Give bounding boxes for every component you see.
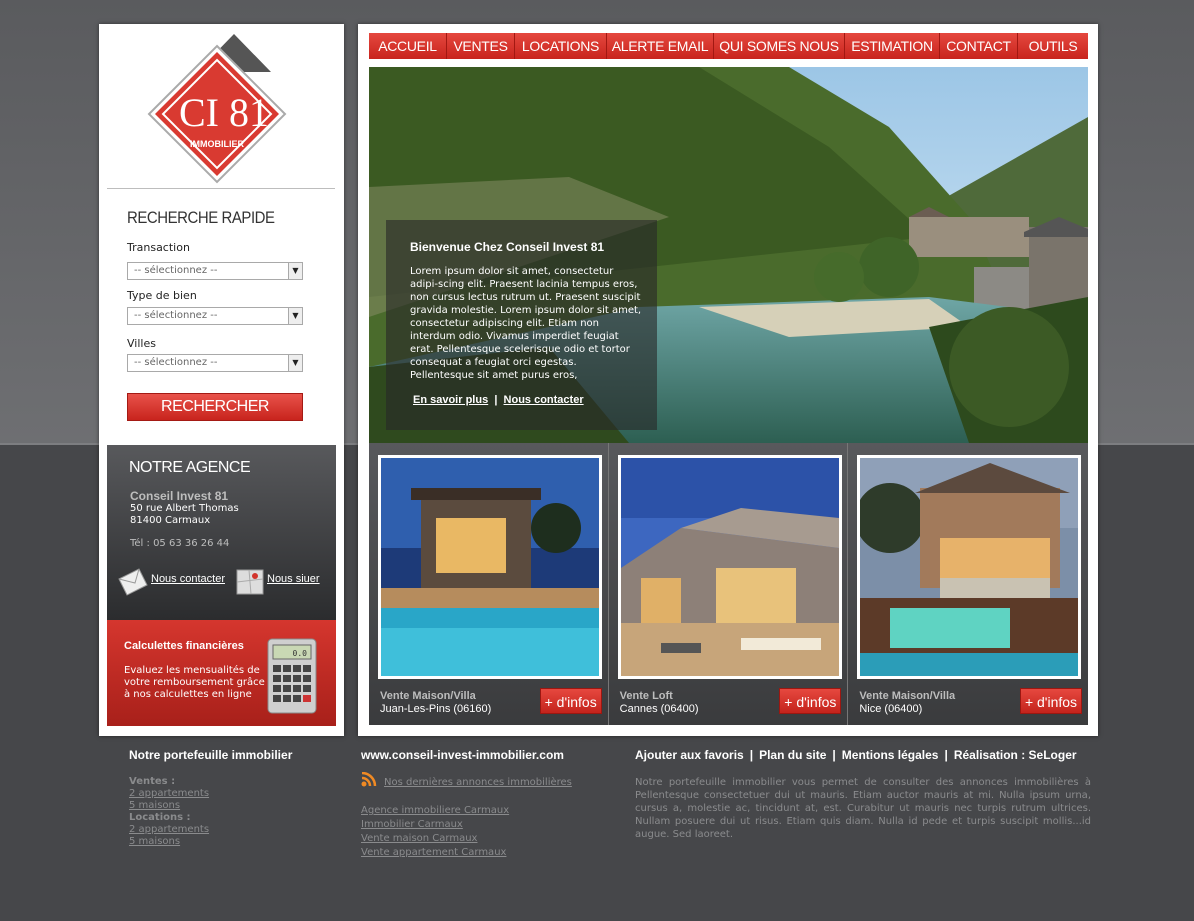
welcome-text: Lorem ipsum dolor sit amet, consectetur … [410,266,642,381]
chevron-down-icon: ▼ [288,308,302,324]
search-title: RECHERCHE RAPIDE [127,208,275,227]
utility-separator: | [749,748,754,762]
calculettes-text: Evaluez les mensualités de votre rembour… [124,665,265,700]
links-separator: | [494,394,498,406]
footer-seo-links: Agence immobiliere Carmaux Immobilier Ca… [361,804,509,860]
agency-phone: Tél : 05 63 36 26 44 [130,538,230,549]
utility-separator: | [944,748,948,762]
footer-site-url[interactable]: www.conseil-invest-immobilier.com [361,748,564,762]
villes-label: Villes [127,337,156,350]
more-info-button[interactable]: + d'infos [1020,688,1083,714]
locate-link[interactable]: Nous siuer [267,573,320,585]
nav-qui-somes-nous[interactable]: QUI SOMES NOUS [714,33,845,59]
agency-address-line1: 50 rue Albert Thomas [130,503,239,514]
villes-select[interactable]: -- sélectionnez -- ▼ [127,354,303,372]
logo-divider [107,188,335,189]
listing-card[interactable]: Vente Maison/Villa Nice (06400) + d'info… [848,443,1089,725]
nav-alerte-email[interactable]: ALERTE EMAIL [607,33,714,59]
svg-text:0.0: 0.0 [293,649,308,658]
main-content: ACCUEIL VENTES LOCATIONS ALERTE EMAIL QU… [358,24,1098,736]
map-icon[interactable] [235,567,265,597]
agency-name: Conseil Invest 81 [130,489,229,503]
footer-link[interactable]: Vente maison Carmaux [361,832,509,846]
chevron-down-icon: ▼ [288,263,302,279]
type-select[interactable]: -- sélectionnez -- ▼ [127,307,303,325]
nav-outils[interactable]: OUTILS [1018,33,1088,59]
left-sidebar: CI 81 IMMOBILIER RECHERCHE RAPIDE Transa… [99,24,344,736]
agency-box: NOTRE AGENCE Conseil Invest 81 50 rue Al… [107,445,336,620]
footer-link[interactable]: Vente appartement Carmaux [361,846,509,860]
listings-row: Vente Maison/Villa Juan-Les-Pins (06160)… [369,443,1089,725]
listing-photo[interactable] [857,455,1082,679]
agency-address: 50 rue Albert Thomas 81400 Carmaux [130,503,239,527]
footer-link[interactable]: Agence immobiliere Carmaux [361,804,509,818]
calculettes-box[interactable]: Calculettes financières Evaluez les mens… [107,620,336,726]
agency-address-line2: 81400 Carmaux [130,515,211,526]
listing-type: Vente Maison/Villa [859,690,956,702]
calculettes-title: Calculettes financières [124,640,244,652]
listing-card[interactable]: Vente Maison/Villa Juan-Les-Pins (06160)… [369,443,609,725]
welcome-box: Bienvenue Chez Conseil Invest 81 Lorem i… [386,220,657,430]
loft-image [620,458,839,676]
rss-link-wrap: Nos dernières annonces immobilières [384,777,572,789]
footer-link[interactable]: Immobilier Carmaux [361,818,509,832]
search-button[interactable]: RECHERCHER [127,393,303,421]
footer-utility-links: Ajouter aux favoris | Plan du site | Mention… [635,748,1077,762]
svg-text:IMMOBILIER: IMMOBILIER [190,139,244,149]
listing-location: Nice (06400) [859,703,923,715]
plan-du-site-link[interactable]: Plan du site [759,748,826,762]
footer-description: Notre portefeuille immobilier vous perme… [635,777,1091,840]
transaction-select-value: -- sélectionnez -- [134,265,218,276]
svg-text:CI 81: CI 81 [179,90,269,135]
nous-contacter-link[interactable]: Nous contacter [504,394,584,406]
more-info-button[interactable]: + d'infos [539,688,602,714]
ci81-logo[interactable]: CI 81 IMMOBILIER [139,32,299,184]
welcome-title: Bienvenue Chez Conseil Invest 81 [410,240,605,254]
ventes-label: Ventes : [129,776,176,787]
envelope-icon[interactable] [117,567,149,597]
rss-link[interactable]: Nos dernières annonces immobilières [384,777,572,789]
locations-appartements-link[interactable]: 2 appartements [129,824,209,836]
listing-location: Juan-Les-Pins (06160) [380,703,492,715]
locations-maisons-link[interactable]: 5 maisons [129,836,209,848]
villa-pool-image [381,458,599,676]
nav-estimation[interactable]: ESTIMATION [845,33,940,59]
contact-link[interactable]: Nous contacter [151,573,225,585]
nav-locations[interactable]: LOCATIONS [515,33,607,59]
mentions-legales-link[interactable]: Mentions légales [842,748,939,762]
type-label: Type de bien [127,289,197,302]
listing-location: Cannes (06400) [619,703,699,715]
realisation-link[interactable]: Réalisation : SeLoger [954,748,1077,762]
listing-type: Vente Maison/Villa [380,690,476,702]
nav-contact[interactable]: CONTACT [940,33,1018,59]
listing-photo[interactable] [617,455,842,679]
transaction-label: Transaction [127,241,190,254]
transaction-select[interactable]: -- sélectionnez -- ▼ [127,262,303,280]
footer-portfolio-title: Notre portefeuille immobilier [129,748,293,762]
rss-icon[interactable] [360,772,378,788]
villa-jacuzzi-image [860,458,1079,676]
nav-accueil[interactable]: ACCUEIL [369,33,447,59]
calculator-icon: 0.0 [267,638,317,714]
listing-photo[interactable] [378,455,602,679]
locations-label: Locations : [129,812,191,823]
ventes-maisons-link[interactable]: 5 maisons [129,800,209,812]
villes-select-value: -- sélectionnez -- [134,357,218,368]
listing-type: Vente Loft [619,690,673,702]
ventes-appartements-link[interactable]: 2 appartements [129,788,209,800]
ajouter-favoris-link[interactable]: Ajouter aux favoris [635,748,744,762]
more-info-button[interactable]: + d'infos [779,688,842,714]
chevron-down-icon: ▼ [288,355,302,371]
welcome-links: En savoir plus | Nous contacter [413,394,584,406]
listing-card[interactable]: Vente Loft Cannes (06400) + d'infos [608,443,849,725]
main-navigation: ACCUEIL VENTES LOCATIONS ALERTE EMAIL QU… [369,33,1088,59]
footer-portfolio-list: Ventes : 2 appartements 5 maisons Locati… [129,776,209,848]
nav-ventes[interactable]: VENTES [447,33,515,59]
en-savoir-plus-link[interactable]: En savoir plus [413,394,488,406]
hero-banner: Bienvenue Chez Conseil Invest 81 Lorem i… [369,67,1088,443]
type-select-value: -- sélectionnez -- [134,310,218,321]
utility-separator: | [832,748,836,762]
agency-title: NOTRE AGENCE [129,459,251,476]
